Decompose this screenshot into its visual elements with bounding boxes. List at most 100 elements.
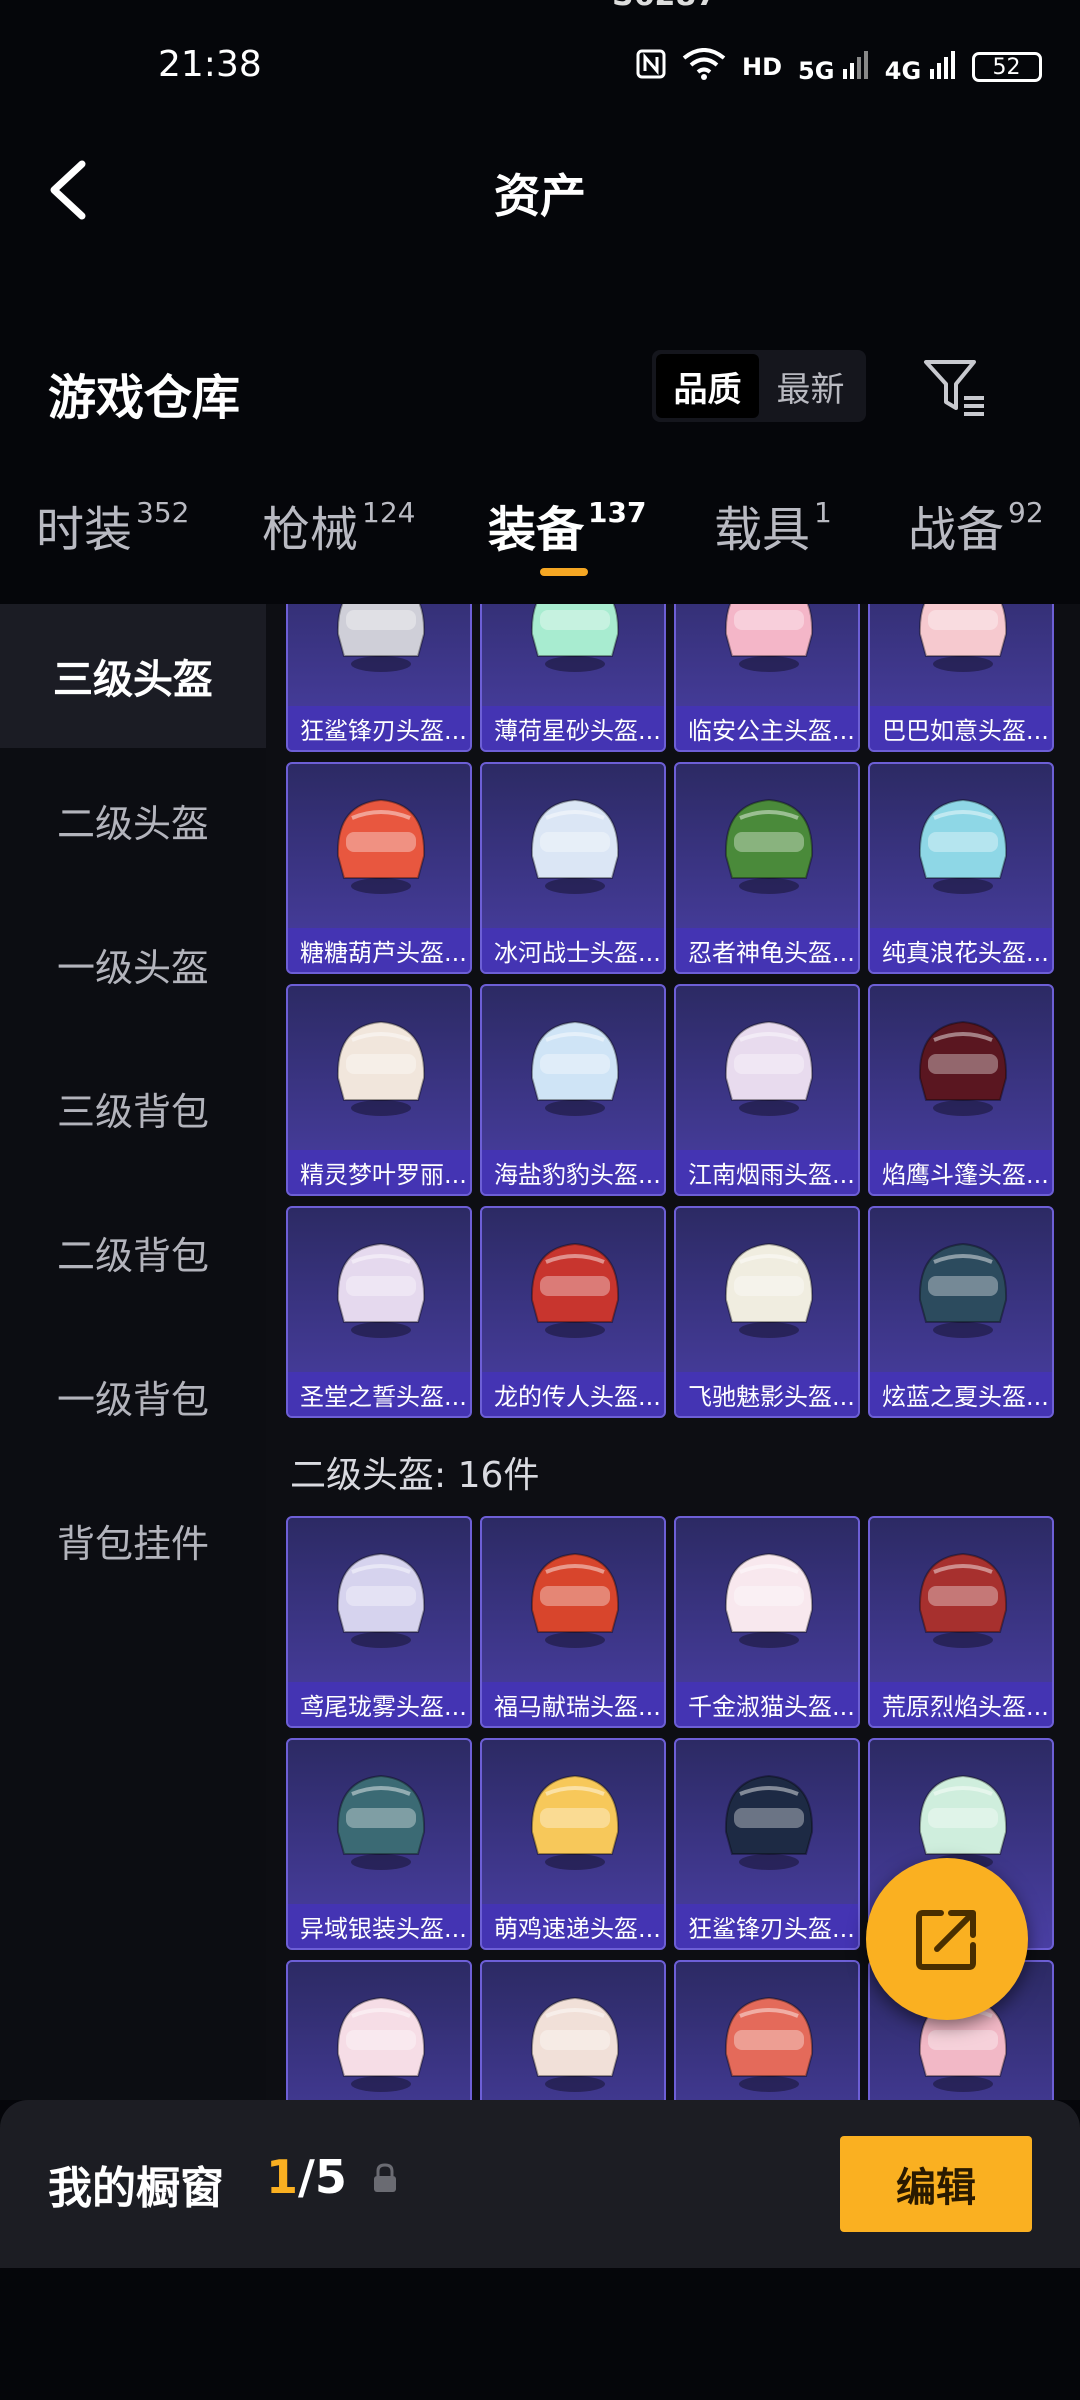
- tab-equipment[interactable]: 装备 137: [488, 490, 646, 560]
- item-card[interactable]: 萌鸡速递头盔...: [480, 1738, 666, 1950]
- item-card[interactable]: [286, 1960, 472, 2100]
- item-card[interactable]: 飞驰魅影头盔...: [674, 1206, 860, 1418]
- item-name: 圣堂之誓头盔...: [288, 1372, 470, 1416]
- signal-5g-icon: 5G: [798, 49, 869, 85]
- nfc-icon: [636, 49, 666, 85]
- tab-fashion[interactable]: 时装 352: [36, 490, 189, 560]
- wifi-icon: [682, 48, 726, 86]
- item-name: 狂鲨锋刃头盔...: [676, 1904, 858, 1948]
- sort-option-newest[interactable]: 最新: [759, 354, 862, 418]
- item-card[interactable]: [480, 1960, 666, 2100]
- item-card[interactable]: 巴巴如意头盔...: [868, 604, 1054, 752]
- item-card[interactable]: 薄荷星砂头盔...: [480, 604, 666, 752]
- filter-button[interactable]: [920, 352, 990, 422]
- subcategory-sidebar: 三级头盔 二级头盔 一级头盔 三级背包 二级背包 一级背包 背包挂件: [0, 604, 266, 2100]
- sidebar-item-level1-backpack[interactable]: 一级背包: [0, 1324, 266, 1468]
- section-label-level2-helmet: 二级头盔: 16件: [290, 1455, 540, 1496]
- helmet-icon: [724, 1774, 814, 1870]
- item-card[interactable]: 焰鹰斗篷头盔...: [868, 984, 1054, 1196]
- item-name: 飞驰魅影头盔...: [676, 1372, 858, 1416]
- helmet-icon: [918, 1552, 1008, 1648]
- helmet-icon: [530, 1552, 620, 1648]
- signal-4g-icon: 4G: [885, 49, 956, 85]
- share-icon: [916, 1910, 976, 1970]
- item-card[interactable]: 龙的传人头盔...: [480, 1206, 666, 1418]
- item-name: 忍者神龟头盔...: [676, 928, 858, 972]
- helmet-icon: [530, 1020, 620, 1116]
- item-name: 炫蓝之夏头盔...: [870, 1372, 1052, 1416]
- warehouse-title: 游戏仓库: [48, 370, 241, 426]
- helmet-icon: [530, 1242, 620, 1338]
- sidebar-item-level3-backpack[interactable]: 三级背包: [0, 1036, 266, 1180]
- category-tabs: 时装 352 枪械 124 装备 137 载具 1 战备 92: [0, 490, 1080, 590]
- sidebar-item-level3-helmet[interactable]: 三级头盔: [0, 604, 266, 748]
- helmet-icon: [918, 798, 1008, 894]
- item-card[interactable]: 狂鲨锋刃头盔...: [286, 604, 472, 752]
- helmet-icon: [336, 798, 426, 894]
- item-name: 焰鹰斗篷头盔...: [870, 1150, 1052, 1194]
- clock: 21:38: [158, 44, 262, 85]
- item-card[interactable]: 糖糖葫芦头盔...: [286, 762, 472, 974]
- sidebar-item-level2-backpack[interactable]: 二级背包: [0, 1180, 266, 1324]
- helmet-icon: [530, 798, 620, 894]
- item-card[interactable]: 忍者神龟头盔...: [674, 762, 860, 974]
- edit-button[interactable]: 编辑: [840, 2136, 1032, 2232]
- item-card[interactable]: 海盐豹豹头盔...: [480, 984, 666, 1196]
- item-card[interactable]: 福马献瑞头盔...: [480, 1516, 666, 1728]
- helmet-icon: [724, 1552, 814, 1648]
- item-name: 狂鲨锋刃头盔...: [288, 706, 470, 750]
- item-name: 龙的传人头盔...: [482, 1372, 664, 1416]
- item-card[interactable]: 荒原烈焰头盔...: [868, 1516, 1054, 1728]
- item-card[interactable]: 临安公主头盔...: [674, 604, 860, 752]
- item-card[interactable]: 狂鲨锋刃头盔...: [674, 1738, 860, 1950]
- status-icons: HD 5G 4G 52: [636, 48, 1042, 86]
- item-card[interactable]: 纯真浪花头盔...: [868, 762, 1054, 974]
- item-card[interactable]: 江南烟雨头盔...: [674, 984, 860, 1196]
- helmet-icon: [336, 1996, 426, 2092]
- item-card[interactable]: 冰河战士头盔...: [480, 762, 666, 974]
- item-card[interactable]: 鸢尾珑雾头盔...: [286, 1516, 472, 1728]
- item-card[interactable]: 炫蓝之夏头盔...: [868, 1206, 1054, 1418]
- item-name: 海盐豹豹头盔...: [482, 1150, 664, 1194]
- carrier-text: S6287: [612, 0, 717, 13]
- page-title: 资产: [494, 169, 586, 223]
- tab-guns[interactable]: 枪械 124: [262, 490, 415, 560]
- sort-toggle: 品质 最新: [652, 350, 866, 422]
- share-button[interactable]: [866, 1858, 1028, 2020]
- item-name: 临安公主头盔...: [676, 706, 858, 750]
- item-name: 萌鸡速递头盔...: [482, 1904, 664, 1948]
- tab-supplies[interactable]: 战备 92: [908, 490, 1044, 560]
- showcase-count: 1/5: [266, 2150, 347, 2204]
- helmet-icon: [336, 1774, 426, 1870]
- helmet-icon: [530, 1774, 620, 1870]
- helmet-icon: [918, 604, 1008, 672]
- sidebar-item-backpack-charm[interactable]: 背包挂件: [0, 1468, 266, 1612]
- helmet-icon: [530, 1996, 620, 2092]
- helmet-icon: [336, 1242, 426, 1338]
- lock-icon: [370, 2162, 400, 2196]
- item-name: 纯真浪花头盔...: [870, 928, 1052, 972]
- item-name: 千金淑猫头盔...: [676, 1682, 858, 1726]
- item-card[interactable]: 千金淑猫头盔...: [674, 1516, 860, 1728]
- sidebar-item-level1-helmet[interactable]: 一级头盔: [0, 892, 266, 1036]
- sidebar-item-level2-helmet[interactable]: 二级头盔: [0, 748, 266, 892]
- helmet-icon: [336, 1552, 426, 1648]
- item-card[interactable]: 圣堂之誓头盔...: [286, 1206, 472, 1418]
- status-bar: S6287 21:38 HD 5G 4G 52: [0, 0, 1080, 120]
- battery-icon: 52: [971, 52, 1042, 82]
- item-name: 江南烟雨头盔...: [676, 1150, 858, 1194]
- sort-option-quality[interactable]: 品质: [656, 354, 759, 418]
- helmet-icon: [918, 1020, 1008, 1116]
- item-card[interactable]: 异域银装头盔...: [286, 1738, 472, 1950]
- helmet-icon: [918, 1242, 1008, 1338]
- item-card[interactable]: 精灵梦叶罗丽...: [286, 984, 472, 1196]
- tab-vehicles[interactable]: 载具 1: [714, 490, 832, 560]
- filter-icon: [924, 360, 984, 416]
- item-card[interactable]: [674, 1960, 860, 2100]
- item-name: 精灵梦叶罗丽...: [288, 1150, 470, 1194]
- item-name: 异域银装头盔...: [288, 1904, 470, 1948]
- showcase-title: 我的橱窗: [48, 2163, 224, 2214]
- helmet-icon: [724, 604, 814, 672]
- helmet-icon: [336, 604, 426, 672]
- active-tab-indicator: [540, 568, 588, 576]
